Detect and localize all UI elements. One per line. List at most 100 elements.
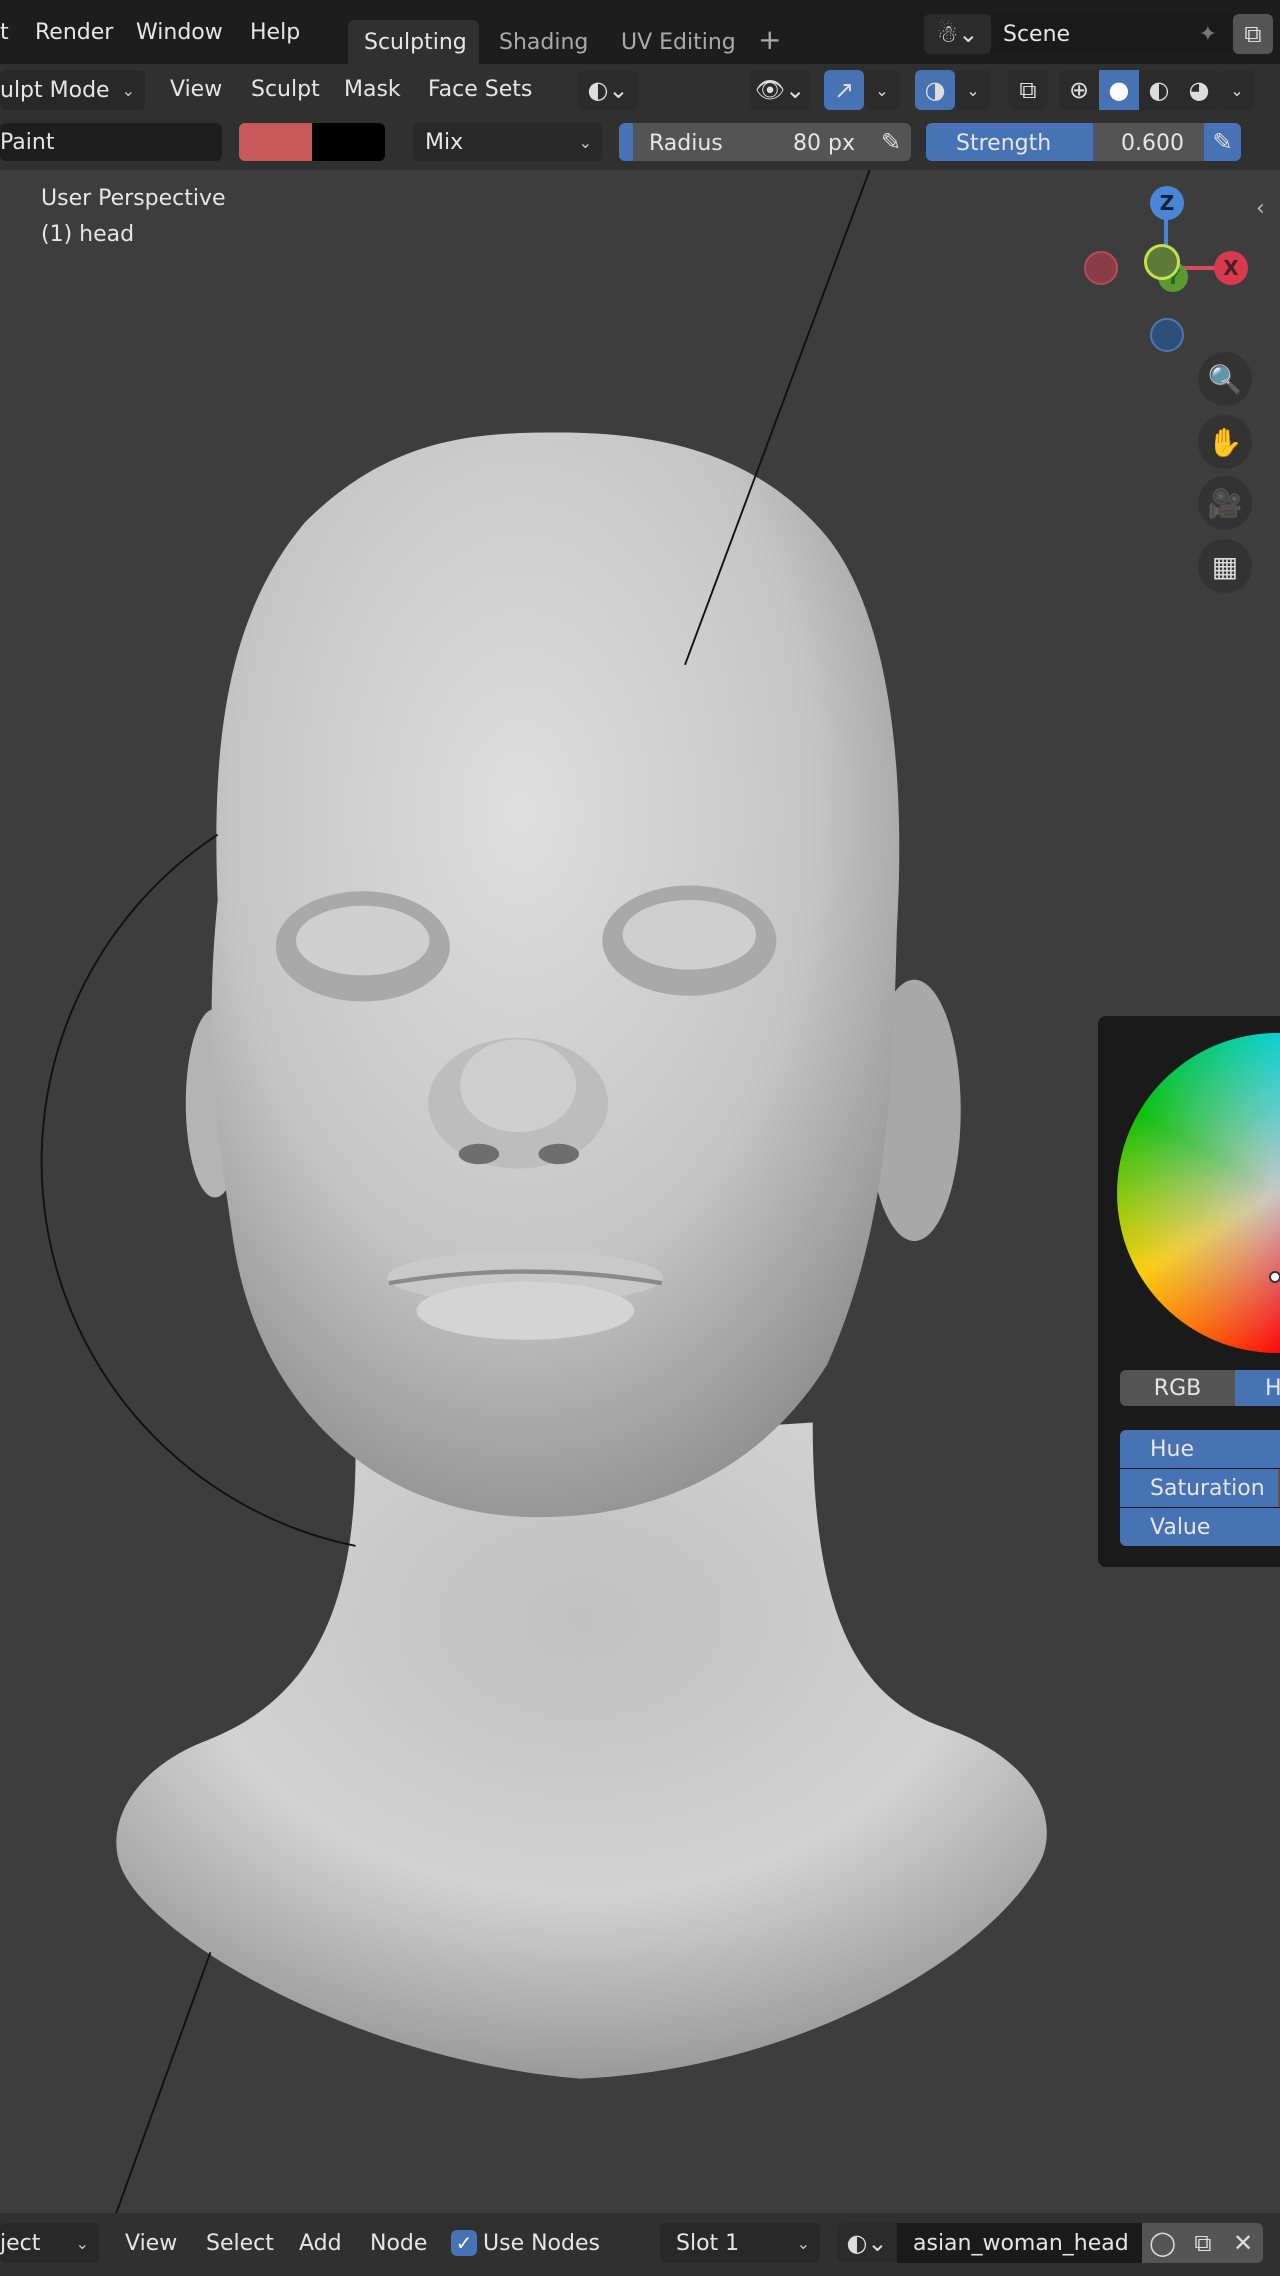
menu-view[interactable]: View	[170, 79, 222, 101]
unlink-material-button[interactable]: ✕	[1223, 2223, 1263, 2263]
shading-dropdown[interactable]: ⌄	[1219, 70, 1255, 110]
menu-add[interactable]: Add	[299, 2233, 342, 2255]
camera-icon: 🎥	[1207, 486, 1243, 520]
gizmo-dropdown[interactable]: ⌄	[864, 70, 900, 110]
symmetry-dropdown[interactable]: ◐⌄	[578, 70, 638, 110]
pan-view-button[interactable]: ✋	[1198, 415, 1252, 469]
visibility-dropdown[interactable]: 👁⌄	[750, 70, 810, 110]
new-scene-button[interactable]: ⧉	[1233, 14, 1273, 54]
xray-icon: ⧉	[1019, 76, 1037, 104]
hue-label: Hue	[1150, 1436, 1195, 1462]
shading-wireframe[interactable]: ⊕	[1059, 70, 1099, 110]
strength-pressure-toggle[interactable]: ✎	[1204, 123, 1241, 161]
primary-color-swatch[interactable]	[239, 123, 312, 161]
chevron-down-icon: ⌄	[966, 80, 980, 100]
blend-mode-label: Mix	[425, 129, 464, 155]
hsv-tab[interactable]: H	[1235, 1370, 1280, 1406]
material-browse-button[interactable]: ◐⌄	[837, 2223, 897, 2263]
hsv-tab-label: H	[1265, 1375, 1280, 1401]
chevron-down-icon: ⌄	[875, 80, 889, 100]
menu-select[interactable]: Select	[206, 2233, 274, 2255]
secondary-color-swatch[interactable]	[312, 123, 385, 161]
tab-uv-editing[interactable]: UV Editing	[621, 32, 736, 54]
add-tab-button[interactable]: +	[758, 26, 781, 54]
viewport-header: ulpt Mode ⌄ View Sculpt Mask Face Sets ◐⌄…	[0, 64, 1280, 116]
shading-material[interactable]: ◐	[1139, 70, 1179, 110]
copy-icon: ⧉	[1194, 2229, 1212, 2257]
radius-pressure-toggle[interactable]: ✎	[871, 123, 911, 161]
active-object: (1) head	[41, 222, 135, 247]
color-picker-popup: RGB H Hue Saturation Value	[1098, 1016, 1280, 1567]
slot-label: Slot 1	[676, 2230, 740, 2256]
use-nodes-label: Use Nodes	[483, 2231, 600, 2256]
mode-dropdown[interactable]: ulpt Mode ⌄	[0, 70, 145, 110]
strength-slider[interactable]: Strength 0.600	[926, 123, 1204, 161]
material-name: asian_woman_head	[913, 2230, 1129, 2256]
color-wheel[interactable]	[1117, 1033, 1280, 1353]
rgb-tab[interactable]: RGB	[1120, 1370, 1235, 1406]
brush-name-field[interactable]: Paint	[0, 123, 222, 161]
gizmo-z-axis[interactable]: Z	[1150, 186, 1184, 220]
material-sphere-icon: ◐⌄	[846, 2229, 888, 2257]
hue-field[interactable]: Hue	[1120, 1430, 1280, 1468]
gizmo-neg-z-axis[interactable]	[1150, 318, 1184, 352]
menu-edit[interactable]: t	[0, 22, 9, 44]
perspective-toggle-button[interactable]: ▦	[1198, 539, 1252, 593]
checkmark-icon: ✓	[455, 2231, 473, 2255]
fake-user-button[interactable]: ◯	[1142, 2223, 1183, 2263]
scene-name-field[interactable]: Scene ✦	[991, 14, 1231, 54]
wireframe-icon: ⊕	[1068, 76, 1090, 104]
menu-window[interactable]: Window	[136, 22, 223, 44]
pin-icon[interactable]: ✦	[1199, 22, 1217, 47]
sidebar-toggle-chevron-icon[interactable]: ‹	[1256, 198, 1265, 220]
overlays-toggle[interactable]: ◑	[915, 70, 955, 110]
duplicate-material-button[interactable]: ⧉	[1183, 2223, 1223, 2263]
slot-dropdown[interactable]: Slot 1 ⌄	[660, 2223, 820, 2263]
viewport-3d[interactable]	[0, 0, 1280, 2276]
menu-face-sets[interactable]: Face Sets	[428, 79, 532, 101]
radius-slider[interactable]: Radius 80 px	[619, 123, 871, 161]
tool-settings: Paint Mix ⌄ Radius 80 px ✎ Strength 0.600…	[0, 116, 1280, 170]
value-field[interactable]: Value	[1120, 1508, 1280, 1546]
menu-sculpt[interactable]: Sculpt	[251, 79, 320, 101]
shield-icon: ◯	[1149, 2229, 1176, 2257]
tab-sculpting[interactable]: Sculpting	[348, 20, 479, 64]
menu-node[interactable]: Node	[370, 2233, 427, 2255]
material-sphere-icon: ◐	[1148, 76, 1170, 104]
mode-label: ulpt Mode	[0, 77, 110, 103]
shader-type-dropdown[interactable]: ject ⌄	[0, 2223, 99, 2263]
grid-icon: ▦	[1211, 549, 1239, 583]
tab-label: Sculpting	[364, 30, 467, 55]
overlays-dropdown[interactable]: ⌄	[955, 70, 991, 110]
saturation-field[interactable]: Saturation	[1120, 1469, 1280, 1507]
menu-mask[interactable]: Mask	[344, 79, 401, 101]
saturation-label: Saturation	[1150, 1475, 1265, 1501]
gizmo-x-axis[interactable]: X	[1214, 251, 1248, 285]
menu-help[interactable]: Help	[250, 22, 300, 44]
gizmo-neg-y-axis[interactable]	[1144, 244, 1180, 280]
rendered-sphere-icon: ◕	[1188, 76, 1210, 104]
overlays-icon: ◑	[924, 76, 946, 104]
tab-shading[interactable]: Shading	[499, 32, 588, 54]
blend-mode-dropdown[interactable]: Mix ⌄	[413, 123, 602, 161]
gizmo-toggle[interactable]: ↗	[824, 70, 864, 110]
color-wheel-cursor[interactable]	[1269, 1271, 1280, 1283]
shading-rendered[interactable]: ◕	[1179, 70, 1219, 110]
menu-view[interactable]: View	[125, 2233, 177, 2255]
zoom-icon: 🔍	[1207, 362, 1243, 396]
scene-browse-button[interactable]: ☃⌄	[924, 14, 991, 54]
use-nodes-checkbox[interactable]: ✓	[451, 2230, 477, 2256]
zoom-view-button[interactable]: 🔍	[1198, 352, 1252, 406]
menu-render[interactable]: Render	[35, 22, 113, 44]
chevron-down-icon: ⌄	[75, 2233, 89, 2253]
hand-icon: ✋	[1207, 425, 1243, 459]
camera-view-button[interactable]: 🎥	[1198, 476, 1252, 530]
pen-pressure-icon: ✎	[1212, 128, 1233, 156]
strength-label: Strength	[956, 131, 1052, 156]
xray-toggle[interactable]: ⧉	[1008, 70, 1048, 110]
gizmo-icon: ↗	[833, 76, 855, 104]
material-name-field[interactable]: asian_woman_head	[897, 2223, 1142, 2263]
shading-solid[interactable]: ●	[1099, 70, 1139, 110]
view-name: User Perspective	[41, 186, 226, 211]
gizmo-neg-x-axis[interactable]	[1084, 251, 1118, 285]
